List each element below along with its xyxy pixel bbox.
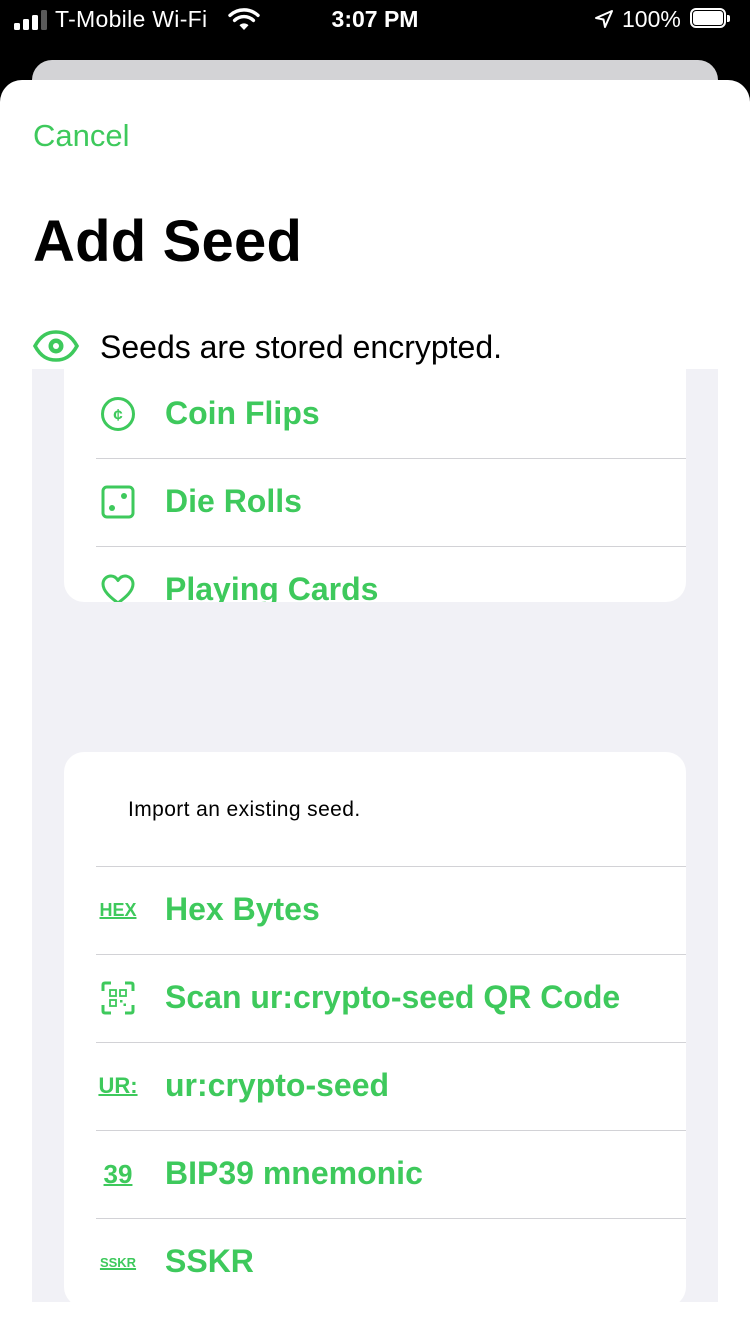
hex-icon-text: HEX [99, 900, 137, 920]
list-item-scan-qr[interactable]: Scan ur:crypto-seed QR Code [64, 954, 686, 1042]
list-item-die-rolls[interactable]: Die Rolls [64, 458, 686, 546]
coin-icon: ¢ [98, 394, 138, 434]
list-item-label: Scan ur:crypto-seed QR Code [165, 979, 621, 1015]
row-divider [96, 1042, 686, 1043]
encryption-note-text: Seeds are stored encrypted. [100, 329, 503, 365]
list-item-label: Coin Flips [165, 395, 320, 431]
list-item-label: BIP39 mnemonic [165, 1155, 423, 1191]
die-icon [98, 482, 138, 522]
row-divider [96, 458, 686, 459]
list-item-sskr[interactable]: SSKR SSKR [64, 1218, 686, 1302]
list-item-label: ur:crypto-seed [165, 1067, 390, 1103]
page-title: Add Seed [33, 209, 303, 274]
hex-icon: HEX [98, 890, 138, 930]
add-seed-sheet: Cancel Add Seed Seeds are stored encrypt… [0, 80, 750, 1334]
bip39-icon-text: 39 [103, 1159, 133, 1189]
battery-icon [690, 8, 732, 30]
row-divider [96, 546, 686, 547]
list-item-label: Hex Bytes [165, 891, 320, 927]
import-seed-section: Import an existing seed. HEX Hex Bytes S… [64, 752, 686, 1302]
sskr-icon: SSKR [98, 1242, 138, 1282]
location-arrow-icon [595, 10, 613, 28]
row-divider [96, 866, 686, 867]
list-item-bip39-mnemonic[interactable]: 39 BIP39 mnemonic [64, 1130, 686, 1218]
cancel-button[interactable]: Cancel [33, 118, 130, 154]
eye-icon [33, 330, 79, 362]
import-section-caption: Import an existing seed. [128, 798, 361, 821]
bip39-icon: 39 [98, 1154, 138, 1194]
list-item-label: SSKR [165, 1243, 254, 1279]
seed-options-list[interactable]: ¢ Coin Flips Die Rolls Playing Cards Imp… [32, 369, 718, 1302]
row-divider [96, 1218, 686, 1219]
ur-icon-text: UR: [98, 1073, 138, 1098]
sskr-icon-text: SSKR [99, 1254, 137, 1270]
qr-scan-icon [98, 978, 138, 1018]
list-item-ur-crypto-seed[interactable]: UR: ur:crypto-seed [64, 1042, 686, 1130]
heart-icon [98, 570, 138, 602]
generate-seed-section: ¢ Coin Flips Die Rolls Playing Cards [64, 369, 686, 602]
list-item-label: Playing Cards [165, 571, 379, 602]
list-item-hex-bytes[interactable]: HEX Hex Bytes [64, 866, 686, 954]
svg-text:¢: ¢ [113, 406, 123, 425]
row-divider [96, 954, 686, 955]
list-item-label: Die Rolls [165, 483, 302, 519]
list-item-coin-flips[interactable]: ¢ Coin Flips [64, 370, 686, 458]
battery-percentage: 100% [622, 6, 681, 32]
list-item-playing-cards[interactable]: Playing Cards [64, 546, 686, 602]
status-bar: T-Mobile Wi-Fi 3:07 PM 100% [0, 0, 750, 40]
row-divider [96, 1130, 686, 1131]
ur-icon: UR: [98, 1066, 138, 1106]
